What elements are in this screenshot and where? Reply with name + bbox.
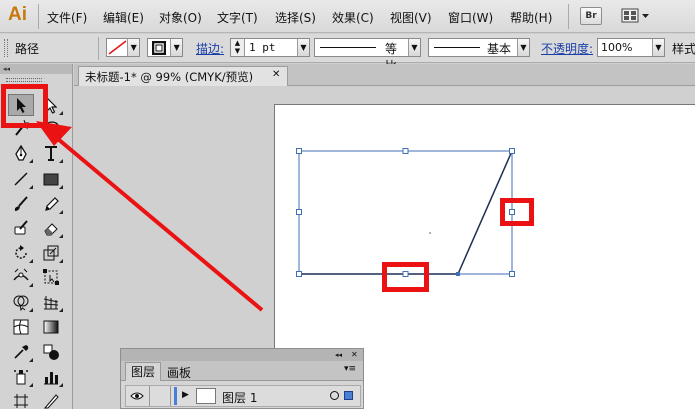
annotation-arrow — [36, 121, 264, 312]
arrow-shaft — [56, 137, 264, 312]
arrow-head — [36, 121, 72, 146]
